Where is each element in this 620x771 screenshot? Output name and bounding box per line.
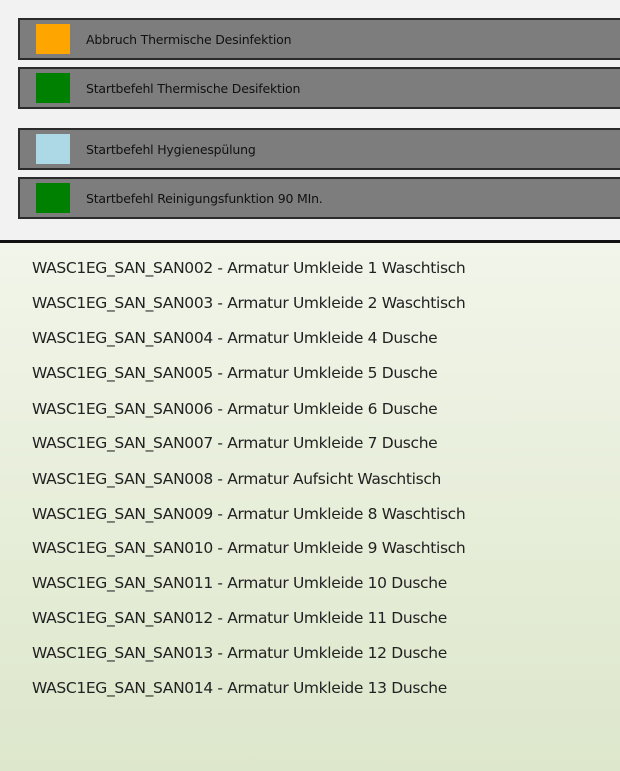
start-cleaning-function-button[interactable]: Startbefehl Reinigungsfunktion 90 MIn.: [18, 177, 620, 219]
list-item[interactable]: WASC1EG_SAN_SAN009 - Armatur Umkleide 8 …: [32, 505, 466, 523]
list-item[interactable]: WASC1EG_SAN_SAN012 - Armatur Umkleide 11…: [32, 609, 447, 627]
list-item[interactable]: WASC1EG_SAN_SAN003 - Armatur Umkleide 2 …: [32, 294, 466, 312]
command-label: Startbefehl Hygienespülung: [86, 141, 256, 157]
list-item[interactable]: WASC1EG_SAN_SAN011 - Armatur Umkleide 10…: [32, 574, 447, 592]
command-label: Startbefehl Reinigungsfunktion 90 MIn.: [86, 190, 323, 206]
list-item[interactable]: WASC1EG_SAN_SAN002 - Armatur Umkleide 1 …: [32, 259, 466, 277]
start-thermal-disinfection-button[interactable]: Startbefehl Thermische Desifektion: [18, 67, 620, 109]
status-color-indicator: [36, 24, 70, 54]
list-item[interactable]: WASC1EG_SAN_SAN008 - Armatur Aufsicht Wa…: [32, 470, 441, 488]
list-item[interactable]: WASC1EG_SAN_SAN010 - Armatur Umkleide 9 …: [32, 539, 466, 557]
status-color-indicator: [36, 134, 70, 164]
abort-thermal-disinfection-button[interactable]: Abbruch Thermische Desinfektion: [18, 18, 620, 60]
list-item[interactable]: WASC1EG_SAN_SAN013 - Armatur Umkleide 12…: [32, 644, 447, 662]
command-label: Abbruch Thermische Desinfektion: [86, 31, 292, 47]
list-item[interactable]: WASC1EG_SAN_SAN006 - Armatur Umkleide 6 …: [32, 400, 438, 418]
list-item[interactable]: WASC1EG_SAN_SAN007 - Armatur Umkleide 7 …: [32, 434, 438, 452]
status-color-indicator: [36, 183, 70, 213]
command-label: Startbefehl Thermische Desifektion: [86, 80, 301, 96]
list-item[interactable]: WASC1EG_SAN_SAN014 - Armatur Umkleide 13…: [32, 679, 447, 697]
fixture-list: WASC1EG_SAN_SAN002 - Armatur Umkleide 1 …: [0, 243, 620, 771]
list-item[interactable]: WASC1EG_SAN_SAN005 - Armatur Umkleide 5 …: [32, 364, 438, 382]
list-item[interactable]: WASC1EG_SAN_SAN004 - Armatur Umkleide 4 …: [32, 329, 438, 347]
command-panel: Abbruch Thermische Desinfektion Startbef…: [0, 0, 620, 240]
status-color-indicator: [36, 73, 70, 103]
start-hygiene-flush-button[interactable]: Startbefehl Hygienespülung: [18, 128, 620, 170]
